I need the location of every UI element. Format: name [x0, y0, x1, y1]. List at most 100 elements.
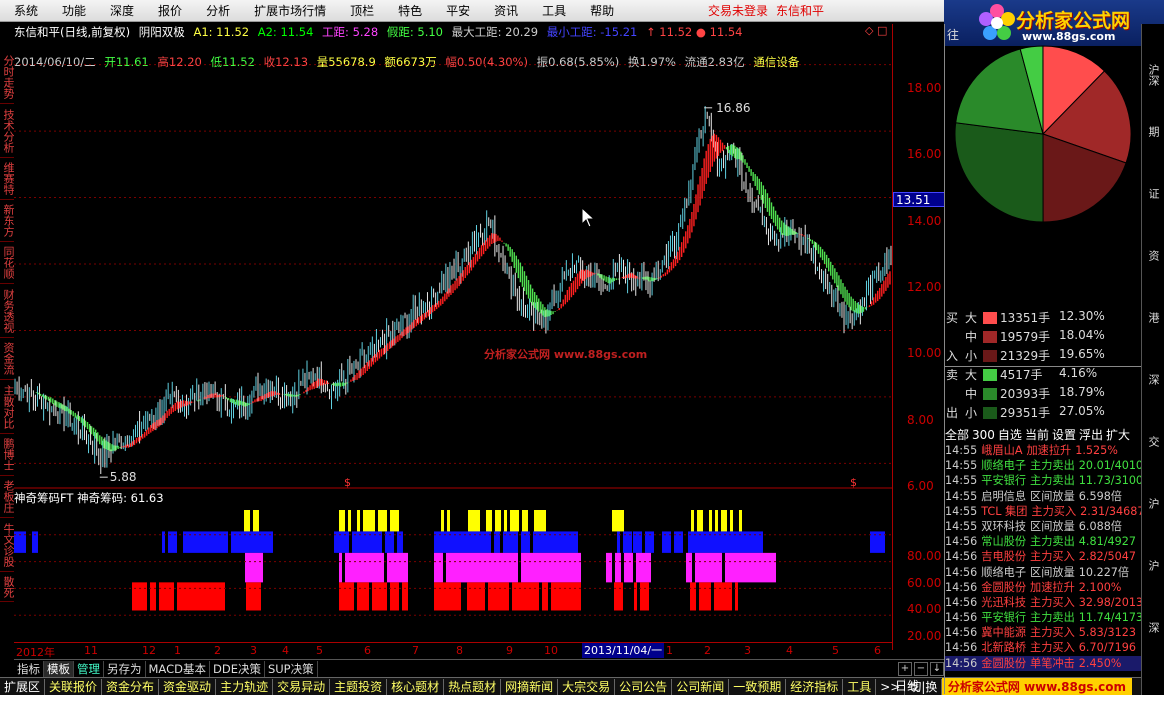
menu-item-9[interactable]: 资讯 [482, 0, 530, 22]
monitor-row[interactable]: 14:55 TCL 集团 主力买入 2.31/34687 [945, 504, 1142, 519]
indicator-tab-4[interactable]: MACD基本 [146, 660, 210, 677]
indicator-bar [254, 552, 257, 583]
right-tab-2[interactable]: 证 [1144, 188, 1162, 199]
monitor-action: 主力卖出 [1030, 611, 1075, 625]
indicator-name[interactable]: 阴阳双极 [139, 25, 185, 39]
monitor-row[interactable]: 14:56 金圆股份 单笔冲击 2.450% [945, 655, 1142, 671]
footer-tab-6[interactable]: 主题投资 [330, 678, 388, 695]
monitor-row[interactable]: 14:55 平安银行 主力卖出 11.73/3100 [945, 473, 1142, 488]
indicator-bar [132, 582, 135, 611]
right-tab-7[interactable]: 沪 [1144, 498, 1162, 509]
monitor-row[interactable]: 14:56 顺络电子 区间放量 10.227倍 [945, 565, 1142, 580]
left-tab-6[interactable]: 资金流 [0, 338, 15, 380]
right-tab-6[interactable]: 交 [1144, 436, 1162, 447]
indicator-tab-6[interactable]: SUP决策 [265, 660, 318, 677]
footer-tab-0[interactable]: 扩展区 [0, 678, 46, 695]
monitor-action-3[interactable]: 当前 [1025, 428, 1049, 442]
footer-tab-13[interactable]: 一致预期 [729, 678, 787, 695]
left-tab-1[interactable]: 技术分析 [0, 104, 15, 158]
footer-tab-12[interactable]: 公司新闻 [672, 678, 730, 695]
sub-indicator-name[interactable]: 神奇筹码FT [14, 491, 73, 505]
trade-login-status[interactable]: 交易未登录 [708, 0, 768, 22]
left-tab-5[interactable]: 财务透视 [0, 284, 15, 338]
monitor-row[interactable]: 14:56 光迅科技 主力买入 32.98/2013 [945, 595, 1142, 610]
left-tab-4[interactable]: 同花顺 [0, 242, 15, 284]
monitor-row[interactable]: 14:56 吉电股份 主力买入 2.82/5047 [945, 549, 1142, 564]
indicator-bar [560, 552, 563, 583]
footer-tab-11[interactable]: 公司公告 [615, 678, 673, 695]
left-tab-8[interactable]: 鹏博士 [0, 434, 15, 476]
indicator-tab-0[interactable]: 指标 [14, 660, 44, 677]
dividend-marker[interactable]: $ [850, 476, 857, 489]
footer-tab-4[interactable]: 主力轨迹 [216, 678, 274, 695]
capital-flow-pie [954, 45, 1132, 223]
menu-item-5[interactable]: 扩展市场行情 [242, 0, 338, 22]
footer-tab-14[interactable]: 经济指标 [786, 678, 844, 695]
right-tab-0[interactable]: 沪深 [1144, 64, 1162, 86]
right-tab-9[interactable]: 深 [1144, 622, 1162, 633]
footer-tab-10[interactable]: 大宗交易 [558, 678, 616, 695]
footer-tab-9[interactable]: 网摘新闻 [501, 678, 559, 695]
left-tab-3[interactable]: 新东方 [0, 200, 15, 242]
left-tab-9[interactable]: 老板庄 [0, 476, 15, 518]
price-chart[interactable]: 分析家公式网 www.88gs.com 16.86 5.88 $ $ [14, 40, 892, 642]
zoom-in-button[interactable]: + [898, 661, 912, 676]
right-tab-1[interactable]: 期 [1144, 126, 1162, 137]
menu-item-2[interactable]: 深度 [98, 0, 146, 22]
indicator-bar [339, 552, 342, 583]
footer-tab-8[interactable]: 热点题材 [444, 678, 502, 695]
menu-item-11[interactable]: 帮助 [578, 0, 626, 22]
right-tab-5[interactable]: 深 [1144, 374, 1162, 385]
footer-tab-1[interactable]: 关联报价 [45, 678, 103, 695]
y-tick-label: 12.00 [907, 280, 942, 294]
monitor-row[interactable]: 14:55 峨眉山A 加速拉升 1.525% [945, 443, 1142, 458]
menu-item-10[interactable]: 工具 [530, 0, 578, 22]
left-tab-2[interactable]: 维赛特 [0, 158, 15, 200]
monitor-row[interactable]: 14:55 顺络电子 主力卖出 20.01/4010 [945, 458, 1142, 473]
indicator-tab-5[interactable]: DDE决策 [210, 660, 265, 677]
chart-settings-icon[interactable]: ◇ □ [865, 24, 887, 37]
monitor-row[interactable]: 14:55 双环科技 区间放量 6.088倍 [945, 519, 1142, 534]
x-tick-label: 5 [832, 644, 839, 657]
y-tick-label: 10.00 [907, 346, 942, 361]
footer-tab-7[interactable]: 核心题材 [387, 678, 445, 695]
indicator-tab-2[interactable]: 管理 [74, 660, 104, 677]
footer-tab-3[interactable]: 资金驱动 [159, 678, 217, 695]
footer-tab-5[interactable]: 交易异动 [273, 678, 331, 695]
menu-item-7[interactable]: 特色 [386, 0, 434, 22]
scroll-down-button[interactable]: ↓ [930, 661, 944, 676]
right-tab-3[interactable]: 资 [1144, 250, 1162, 261]
monitor-row[interactable]: 14:56 平安银行 主力卖出 11.74/4173 [945, 610, 1142, 625]
menu-item-8[interactable]: 平安 [434, 0, 482, 22]
monitor-row[interactable]: 14:56 金圆股份 加速拉升 2.100% [945, 580, 1142, 595]
monitor-row[interactable]: 14:56 北新路桥 主力买入 6.70/7196 [945, 640, 1142, 655]
dividend-marker[interactable]: $ [344, 476, 351, 489]
indicator-tab-1[interactable]: 模板 [44, 660, 74, 677]
footer-tab-15[interactable]: 工具 [843, 678, 877, 695]
indicator-bar [713, 552, 716, 583]
zoom-out-button[interactable]: − [914, 661, 928, 676]
period-label[interactable]: 日线 [895, 677, 919, 694]
monitor-row[interactable]: 14:56 冀中能源 主力买入 5.83/3123 [945, 625, 1142, 640]
monitor-action-1[interactable]: 300 [972, 428, 995, 442]
left-tab-0[interactable]: 分时走势 [0, 50, 15, 104]
monitor-row[interactable]: 14:56 常山股份 主力卖出 4.81/4927 [945, 534, 1142, 549]
menu-item-0[interactable]: 系统 [2, 0, 50, 22]
footer-tab-2[interactable]: 资金分布 [102, 678, 160, 695]
menu-item-1[interactable]: 功能 [50, 0, 98, 22]
left-tab-11[interactable]: 散死 [0, 572, 15, 602]
monitor-action-0[interactable]: 全部 [945, 428, 969, 442]
monitor-action-6[interactable]: 扩大 [1106, 428, 1130, 442]
monitor-action-2[interactable]: 自选 [998, 428, 1022, 442]
indicator-tab-3[interactable]: 另存为 [104, 660, 146, 677]
monitor-row[interactable]: 14:55 启明信息 区间放量 6.598倍 [945, 489, 1142, 504]
menu-item-6[interactable]: 顶栏 [338, 0, 386, 22]
monitor-action-4[interactable]: 设置 [1052, 428, 1076, 442]
monitor-action-5[interactable]: 浮出 [1079, 428, 1103, 442]
menu-item-4[interactable]: 分析 [194, 0, 242, 22]
right-tab-8[interactable]: 沪 [1144, 560, 1162, 571]
left-tab-7[interactable]: 主散对比 [0, 380, 15, 434]
left-tab-10[interactable]: 牛文诊股 [0, 518, 15, 572]
right-tab-4[interactable]: 港 [1144, 312, 1162, 323]
menu-item-3[interactable]: 报价 [146, 0, 194, 22]
